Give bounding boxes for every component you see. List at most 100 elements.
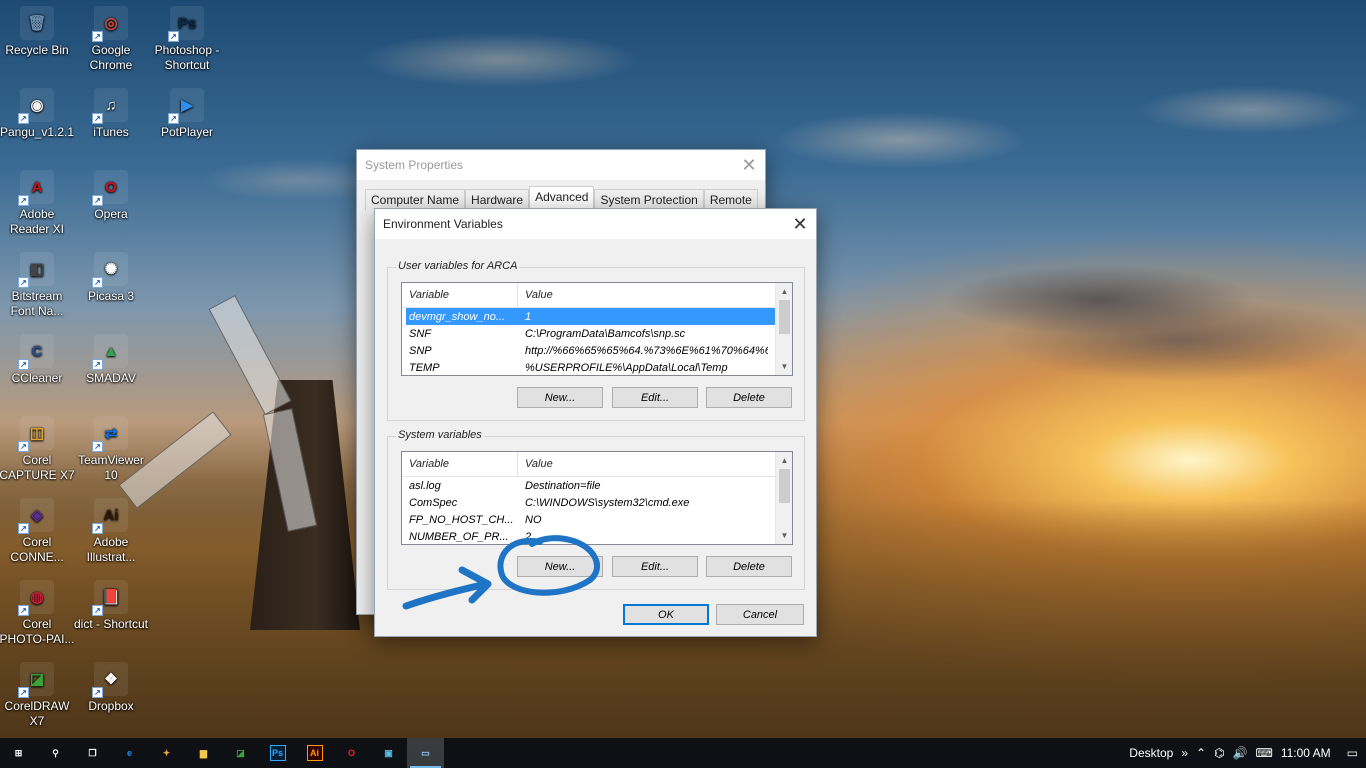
app-icon: ◎ ↗ [92,6,128,42]
system-delete-button[interactable]: Delete [706,556,792,577]
scroll-thumb[interactable] [779,469,790,503]
user-edit-button[interactable]: Edit... [612,387,698,408]
variable-value-cell: Destination=file [525,479,601,492]
tab-advanced[interactable]: Advanced [529,186,595,210]
tab-strip: Computer Name Hardware Advanced System Prot… [357,180,765,210]
user-variables-label: User variables for ARCA [396,260,520,272]
tray-desktop-label[interactable]: Desktop [1129,746,1173,760]
taskbar-coreldraw-button[interactable]: ◪ [222,738,259,768]
dialog-titlebar[interactable]: Environment Variables ✕ [375,209,816,239]
app-icon: ◉ ↗ [18,88,54,124]
illustrator-icon: Ai [306,745,323,761]
desktop-icon-label: Adobe Illustrat... [86,535,136,564]
system-properties-titlebar[interactable]: System Properties ✕ [357,150,765,180]
table-row[interactable]: FP_NO_HOST_CH... NO [402,511,792,528]
desktop-icon[interactable]: ◉ ↗ Pangu_v1.2.1 [0,88,75,140]
desktop-icon[interactable]: ▶ ↗ PotPlayer [149,88,225,140]
desktop-icon[interactable]: A ↗ Adobe Reader XI [0,170,75,237]
desktop-icon-label: Recycle Bin [5,43,69,57]
desktop-icon[interactable]: ◧ ↗ Bitstream Font Na... [0,252,75,319]
desktop-icon[interactable]: ◎ ↗ Google Chrome [73,6,149,73]
desktop-icon[interactable]: Ai ↗ Adobe Illustrat... [73,498,149,565]
close-icon[interactable]: ✕ [733,150,765,180]
desktop-icon[interactable]: 🗑 Recycle Bin [0,6,75,58]
desktop-icon[interactable]: ◪ ↗ CorelDRAW X7 [0,662,75,729]
taskbar-start-button[interactable]: ⊞ [0,738,37,768]
desktop-icon[interactable]: ✺ ↗ Picasa 3 [73,252,149,304]
paint-icon: ✦ [162,747,171,758]
scroll-up-icon[interactable]: ▲ [776,452,792,469]
desktop-icon[interactable]: ▲ ↗ SMADAV [73,334,149,386]
table-row[interactable]: devmgr_show_no... 1 [406,308,789,325]
tray-chevron-icon[interactable]: » [1181,746,1188,760]
tab-hardware[interactable]: Hardware [465,189,530,210]
keyboard-icon[interactable]: ⌨ [1256,746,1273,760]
table-row[interactable]: TEMP %USERPROFILE%\AppData\Local\Temp [402,359,792,375]
table-row[interactable]: ComSpec C:\WINDOWS\system32\cmd.exe [402,494,792,511]
app-icon: A ↗ [18,170,54,206]
scroll-down-icon[interactable]: ▼ [776,527,792,544]
taskbar-photoshop-button[interactable]: Ps [259,738,296,768]
shortcut-arrow-icon: ↗ [168,31,179,42]
search-icon: ⚲ [52,747,59,758]
user-delete-button[interactable]: Delete [706,387,792,408]
taskbar-search-button[interactable]: ⚲ [37,738,74,768]
column-header-variable[interactable]: Variable [402,283,518,307]
table-row[interactable]: asl.log Destination=file [402,477,792,494]
scroll-up-icon[interactable]: ▲ [776,283,792,300]
desktop-icon[interactable]: ◈ ↗ Corel CONNE... [0,498,75,565]
scrollbar[interactable]: ▲ ▼ [775,283,792,375]
desktop-icon-label: Corel CONNE... [10,535,64,564]
close-icon[interactable]: ✕ [784,209,816,239]
tab-system-protection[interactable]: System Protection [594,189,704,210]
taskbar-edge-button[interactable]: e [111,738,148,768]
column-header-value[interactable]: Value [518,458,553,470]
user-variables-list[interactable]: Variable Value devmgr_show_no... 1 SNF C:\P… [401,282,793,376]
desktop-icon-label: dict - Shortcut [73,617,149,631]
scroll-thumb[interactable] [779,300,790,334]
opera-icon: O [347,748,355,758]
taskbar-illustrator-button[interactable]: Ai [296,738,333,768]
desktop-icon[interactable]: ◫ ↗ Corel CAPTURE X7 [0,416,75,483]
taskbar-paint-button[interactable]: ✦ [148,738,185,768]
user-new-button[interactable]: New... [517,387,603,408]
scroll-down-icon[interactable]: ▼ [776,358,792,375]
desktop-icon[interactable]: O ↗ Opera [73,170,149,222]
system-tray: Desktop » ⌃ ⌬ 🔊 ⌨ 11:00 AM ▭ [1129,738,1366,768]
table-row[interactable]: SNF C:\ProgramData\Bamcofs\snp.sc [402,325,792,342]
taskbar-system-button[interactable]: ▭ [407,738,444,768]
desktop-icon-label: Dropbox [88,699,134,713]
clock[interactable]: 11:00 AM [1281,746,1331,760]
variable-name-cell: ComSpec [409,496,458,509]
tab-computer-name[interactable]: Computer Name [365,189,466,210]
desktop-icon[interactable]: ⇄ ↗ TeamViewer 10 [73,416,149,483]
column-header-variable[interactable]: Variable [402,452,518,476]
desktop-icon[interactable]: 📕 ↗ dict - Shortcut [73,580,149,632]
desktop-icon[interactable]: ♫ ↗ iTunes [73,88,149,140]
volume-icon[interactable]: 🔊 [1233,746,1248,760]
tray-expand-icon[interactable]: ⌃ [1196,746,1206,760]
taskbar-opera-button[interactable]: O [333,738,370,768]
task-view-icon: ❐ [88,747,97,758]
desktop-icon-label: Picasa 3 [87,289,135,303]
shortcut-arrow-icon: ↗ [92,113,103,124]
desktop-icon[interactable]: ◍ ↗ Corel PHOTO-PAI... [0,580,75,647]
desktop-icon[interactable]: ❖ ↗ Dropbox [73,662,149,714]
tab-remote[interactable]: Remote [703,189,758,210]
table-row[interactable]: SNP http://%66%65%65%64.%73%6E%61%70%64%6… [402,342,792,359]
network-icon[interactable]: ⌬ [1214,746,1224,760]
desktop-icon[interactable]: C ↗ CCleaner [0,334,75,386]
desktop-icon-label: Opera [94,207,128,221]
column-header-value[interactable]: Value [518,289,553,301]
action-center-icon[interactable]: ▭ [1347,746,1358,760]
taskbar-file-explorer-button[interactable]: ▆ [185,738,222,768]
taskbar-control-panel-button[interactable]: ▣ [370,738,407,768]
taskbar-task-view-button[interactable]: ❐ [74,738,111,768]
desktop-icon[interactable]: Ps ↗ Photoshop - Shortcut [149,6,225,73]
shortcut-arrow-icon: ↗ [92,605,103,616]
cancel-button[interactable]: Cancel [716,604,804,625]
system-edit-button[interactable]: Edit... [612,556,698,577]
shortcut-arrow-icon: ↗ [92,195,103,206]
ok-button[interactable]: OK [623,604,709,625]
scrollbar[interactable]: ▲ ▼ [775,452,792,544]
